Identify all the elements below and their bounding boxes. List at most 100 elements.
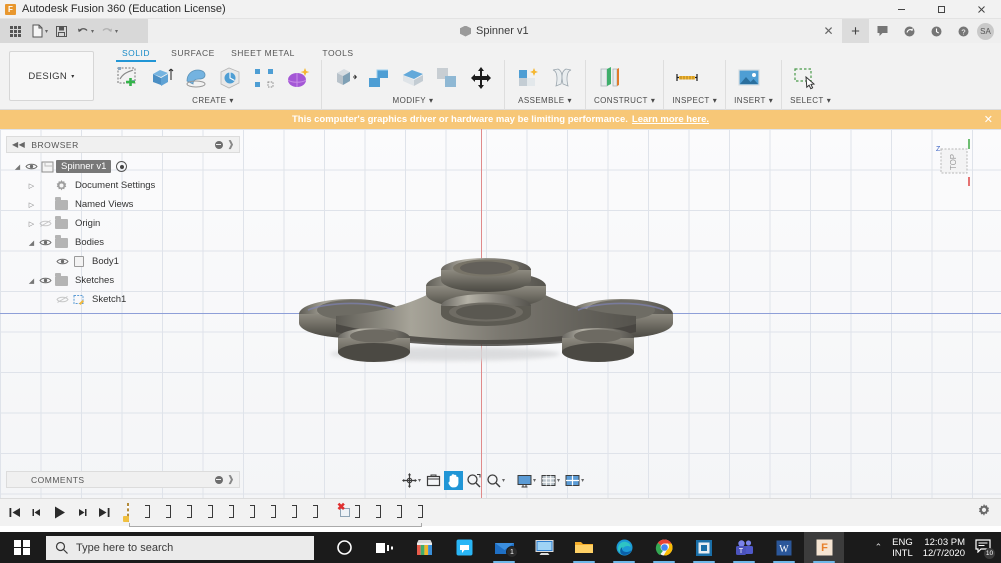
mail-icon[interactable]: 1	[484, 532, 524, 563]
timeline-item[interactable]	[379, 504, 396, 521]
extrude-icon[interactable]	[147, 62, 177, 94]
comment-icon[interactable]	[869, 19, 896, 43]
save-icon[interactable]	[50, 20, 72, 42]
form-icon[interactable]	[283, 62, 313, 94]
move-copy-icon[interactable]	[466, 62, 496, 94]
workspace-selector[interactable]: DESIGN ▾	[9, 51, 94, 101]
offset-plane-icon[interactable]	[594, 62, 624, 94]
redo-caret-icon[interactable]: ▾	[115, 28, 118, 35]
measure-icon[interactable]	[672, 62, 702, 94]
visibility-eye-icon[interactable]	[23, 162, 39, 171]
step-back-button[interactable]	[30, 506, 43, 519]
comments-expand-icon[interactable]: ❱	[227, 474, 235, 485]
go-to-end-button[interactable]	[98, 506, 111, 519]
step-forward-button[interactable]	[76, 506, 89, 519]
panel-construct-label[interactable]: CONSTRUCT ▾	[594, 96, 655, 105]
display-settings-icon[interactable]: ▾	[515, 471, 538, 490]
panel-insert-label[interactable]: INSERT ▾	[734, 96, 773, 105]
orbit-icon[interactable]: ▾	[400, 471, 423, 490]
language-indicator[interactable]: ENG INTL	[892, 537, 913, 559]
new-tab-button[interactable]: +	[842, 19, 869, 43]
chrome-icon[interactable]	[644, 532, 684, 563]
tree-arrow-icon[interactable]: ▷	[26, 201, 37, 209]
pan-icon[interactable]	[444, 471, 464, 490]
banner-close-button[interactable]: ✕	[984, 110, 993, 129]
grid-snap-icon[interactable]: ▾	[539, 471, 562, 490]
maximize-button[interactable]	[921, 0, 961, 19]
joint-icon[interactable]	[547, 62, 577, 94]
sweep-icon[interactable]	[215, 62, 245, 94]
fusion360-icon[interactable]: F	[804, 532, 844, 563]
tree-node-named-views[interactable]: ▷ Named Views	[12, 195, 240, 214]
browser-options-icon[interactable]	[214, 140, 223, 149]
visibility-eye-hidden-icon[interactable]	[37, 219, 53, 228]
panel-assemble-label[interactable]: ASSEMBLE ▾	[513, 96, 577, 105]
panel-create-label[interactable]: CREATE ▾	[113, 96, 313, 105]
app-grid-icon[interactable]	[4, 20, 26, 42]
help-icon[interactable]: ?	[950, 19, 977, 43]
timeline-item[interactable]	[274, 504, 291, 521]
visibility-eye-hidden-icon[interactable]	[54, 295, 70, 304]
remote-desktop-icon[interactable]	[524, 532, 564, 563]
pattern-icon[interactable]	[249, 62, 279, 94]
close-tab-button[interactable]: ✕	[815, 19, 842, 43]
look-at-icon[interactable]	[424, 471, 443, 490]
tree-node-sketches[interactable]: ◢ Sketches	[12, 271, 240, 290]
notification-center-icon[interactable]: 10	[975, 538, 995, 559]
timeline-item-sketch[interactable]	[127, 503, 144, 522]
clock[interactable]: 12:03 PM 12/7/2020	[923, 537, 965, 559]
shell-icon[interactable]	[398, 62, 428, 94]
insert-image-icon[interactable]	[734, 62, 764, 94]
tree-node-origin[interactable]: ▷ Origin	[12, 214, 240, 233]
visibility-eye-icon[interactable]	[37, 276, 53, 285]
comments-panel-header[interactable]: COMMENTS ❱	[6, 471, 240, 488]
job-status-icon[interactable]	[923, 19, 950, 43]
tree-node-body1[interactable]: Body1	[12, 252, 240, 271]
tree-node-sketch1[interactable]: Sketch1	[12, 290, 240, 309]
tree-arrow-icon[interactable]: ◢	[12, 163, 23, 171]
tray-expand-icon[interactable]: ⌃	[875, 542, 883, 553]
refresh-icon[interactable]	[896, 19, 923, 43]
timeline-end-marker[interactable]	[439, 498, 450, 516]
viewport-layout-icon[interactable]: ▾	[563, 471, 586, 490]
skype-icon[interactable]	[444, 532, 484, 563]
microsoft-store-icon[interactable]	[404, 532, 444, 563]
revolve-icon[interactable]	[181, 62, 211, 94]
panel-inspect-label[interactable]: INSPECT ▾	[672, 96, 717, 105]
panel-modify-label[interactable]: MODIFY ▾	[330, 96, 496, 105]
tree-arrow-icon[interactable]: ◢	[26, 239, 37, 247]
timeline-item[interactable]	[211, 504, 228, 521]
select-window-icon[interactable]	[790, 62, 820, 94]
timeline-item[interactable]	[316, 504, 333, 521]
teams-icon[interactable]: T	[724, 532, 764, 563]
new-component-icon[interactable]	[513, 62, 543, 94]
task-view-icon[interactable]	[364, 532, 404, 563]
browser-expand-icon[interactable]: ❱	[227, 139, 235, 150]
create-sketch-icon[interactable]	[113, 62, 143, 94]
timeline-settings-gear-icon[interactable]	[977, 503, 991, 522]
press-pull-icon[interactable]	[330, 62, 360, 94]
zoom-icon[interactable]: ▾	[484, 471, 507, 490]
panel-select-label[interactable]: SELECT ▾	[790, 96, 831, 105]
timeline-item[interactable]	[421, 504, 438, 521]
timeline-item[interactable]	[295, 504, 312, 521]
play-button[interactable]	[52, 505, 67, 520]
tree-arrow-icon[interactable]: ◢	[26, 277, 37, 285]
tree-node-spinner[interactable]: ◢ Spinner v1	[12, 157, 240, 176]
close-button[interactable]	[961, 0, 1001, 19]
taskbar-search-box[interactable]: Type here to search	[46, 535, 314, 560]
edge-icon[interactable]	[604, 532, 644, 563]
view-cube[interactable]: TOP Z	[925, 137, 983, 189]
banner-learn-more-link[interactable]: Learn more here.	[632, 114, 709, 125]
timeline-item[interactable]	[232, 504, 249, 521]
app-icon[interactable]	[684, 532, 724, 563]
word-icon[interactable]: W	[764, 532, 804, 563]
visibility-eye-icon[interactable]	[54, 257, 70, 266]
tree-node-bodies[interactable]: ◢ Bodies	[12, 233, 240, 252]
tree-arrow-icon[interactable]: ▷	[26, 182, 37, 190]
timeline-item[interactable]	[148, 504, 165, 521]
undo-caret-icon[interactable]: ▾	[91, 28, 94, 35]
cortana-icon[interactable]	[324, 532, 364, 563]
timeline-item-deleted[interactable]: ✖	[337, 502, 354, 521]
start-button[interactable]	[0, 532, 44, 563]
